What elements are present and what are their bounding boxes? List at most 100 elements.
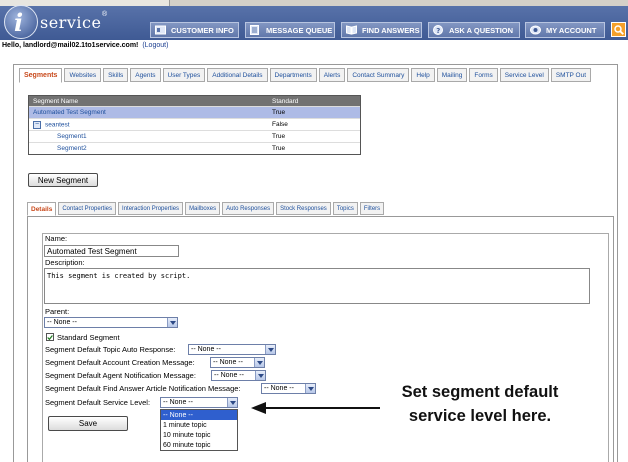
new-segment-button[interactable]: New Segment [28, 173, 98, 187]
collapse-icon[interactable]: − [33, 120, 41, 129]
chevron-down-icon [255, 371, 265, 380]
svg-text:?: ? [436, 27, 440, 35]
tab-websites[interactable]: Websites [64, 68, 102, 82]
app-logo: i service ® [4, 3, 108, 41]
nav-find-answers-button[interactable]: FIND ANSWERS [341, 22, 422, 38]
top-banner: i service ® CUSTOMER INFO MESSAGE QUEUE … [0, 0, 628, 40]
segment-name-cell[interactable]: Automated Test Segment [29, 109, 272, 116]
parent-select[interactable]: -- None -- [44, 317, 178, 328]
topic-auto-response-value: -- None -- [191, 346, 221, 353]
search-button[interactable] [611, 22, 626, 37]
tab-service-level[interactable]: Service Level [499, 68, 549, 82]
tab-alerts[interactable]: Alerts [318, 68, 346, 82]
service-level-option[interactable]: -- None -- [161, 410, 237, 420]
chevron-down-icon [265, 345, 275, 354]
service-level-label: Segment Default Service Level: [45, 398, 151, 407]
tab-auto-responses[interactable]: Auto Responses [222, 202, 275, 215]
segment-name-cell[interactable]: Segment2 [29, 145, 272, 152]
book-icon [346, 25, 357, 35]
nav-message-queue-button[interactable]: MESSAGE QUEUE [245, 22, 335, 38]
service-level-value: -- None -- [163, 399, 193, 406]
standard-cell: False [272, 121, 288, 128]
nav-my-account-button[interactable]: MY ACCOUNT [525, 22, 605, 38]
message-queue-icon [250, 25, 261, 35]
logo-letter: i [14, 8, 24, 37]
service-level-dropdown: -- None -- 1 minute topic 10 minute topi… [160, 409, 238, 451]
tab-contact-properties[interactable]: Contact Properties [58, 202, 117, 215]
tab-skills[interactable]: Skills [103, 68, 129, 82]
parent-select-value: -- None -- [47, 319, 77, 326]
tab-segments[interactable]: Segments [19, 68, 63, 83]
tab-forms[interactable]: Forms [469, 68, 498, 82]
segment-table: Segment Name Standard Automated Test Seg… [28, 95, 361, 155]
search-icon [613, 24, 624, 35]
topic-auto-response-select[interactable]: -- None -- [188, 344, 276, 355]
column-header-segment-name: Segment Name [33, 97, 79, 105]
name-label: Name: [45, 234, 68, 243]
tab-topics[interactable]: Topics [332, 202, 358, 215]
tab-smtp-out[interactable]: SMTP Out [550, 68, 592, 82]
description-label: Description: [45, 258, 85, 267]
tab-mailing[interactable]: Mailing [436, 68, 468, 82]
standard-segment-checkbox[interactable] [46, 333, 54, 341]
logo-registered-mark: ® [102, 11, 108, 18]
service-level-option[interactable]: 60 minute topic [161, 440, 237, 450]
tab-contact-summary[interactable]: Contact Summary [347, 68, 410, 82]
checkmark-icon [47, 334, 53, 340]
tab-additional-details[interactable]: Additional Details [207, 68, 268, 82]
tab-filters[interactable]: Filters [359, 202, 385, 215]
description-textarea[interactable]: This segment is created by script. [44, 268, 590, 304]
logo-text: service [40, 13, 102, 32]
customer-info-icon [155, 25, 166, 35]
account-creation-select[interactable]: -- None -- [210, 357, 265, 368]
topic-auto-response-label: Segment Default Topic Auto Response: [45, 345, 176, 354]
detail-tab-bar: Details Contact Properties Interaction P… [27, 202, 385, 216]
save-button[interactable]: Save [48, 416, 128, 431]
standard-cell: True [272, 109, 286, 116]
segment-name-text[interactable]: seantest [45, 121, 70, 128]
tab-agents[interactable]: Agents [130, 68, 161, 82]
segment-name-cell[interactable]: Segment1 [29, 133, 272, 140]
account-creation-label: Segment Default Account Creation Message… [45, 358, 195, 367]
agent-notification-select[interactable]: -- None -- [211, 370, 266, 381]
agent-notification-label: Segment Default Agent Notification Messa… [45, 371, 196, 380]
table-row[interactable]: Segment1 True [29, 130, 360, 142]
callout-line-1: Set segment default [401, 383, 559, 401]
standard-cell: True [272, 133, 286, 140]
table-row[interactable]: Segment2 True [29, 142, 360, 154]
column-header-standard: Standard [272, 97, 299, 105]
user-greeting-bar: Hello, landlord@mail02.1to1service.com! … [2, 42, 168, 49]
tab-help[interactable]: Help [411, 68, 435, 82]
find-answer-value: -- None -- [264, 385, 294, 392]
tab-stock-responses[interactable]: Stock Responses [276, 202, 331, 215]
callout-line-2: service level here. [408, 407, 552, 425]
nav-find-answers-label: FIND ANSWERS [362, 25, 420, 35]
callout-arrow-icon [251, 402, 380, 414]
nav-message-queue-label: MESSAGE QUEUE [266, 25, 333, 35]
nav-customer-info-button[interactable]: CUSTOMER INFO [150, 22, 239, 38]
tab-user-types[interactable]: User Types [162, 68, 206, 82]
account-creation-value: -- None -- [213, 359, 243, 366]
find-answer-label: Segment Default Find Answer Article Noti… [45, 384, 241, 393]
find-answer-select[interactable]: -- None -- [261, 383, 316, 394]
nav-ask-question-button[interactable]: ? ASK A QUESTION [428, 22, 520, 38]
name-input[interactable]: Automated Test Segment [44, 245, 179, 257]
tab-mailboxes[interactable]: Mailboxes [185, 202, 221, 215]
table-row[interactable]: − seantest False [29, 118, 360, 130]
chevron-down-icon [167, 318, 177, 327]
tab-details[interactable]: Details [27, 202, 57, 216]
table-row[interactable]: Automated Test Segment True [29, 106, 360, 118]
service-level-select[interactable]: -- None -- [160, 397, 238, 408]
tab-departments[interactable]: Departments [269, 68, 317, 82]
logout-link[interactable]: (Logout) [142, 42, 168, 49]
agent-notification-value: -- None -- [214, 372, 244, 379]
tab-interaction-properties[interactable]: Interaction Properties [118, 202, 184, 215]
eye-icon [530, 25, 541, 35]
service-level-option[interactable]: 10 minute topic [161, 430, 237, 440]
callout-text: Set segment default service level here. [385, 380, 575, 428]
service-level-option[interactable]: 1 minute topic [161, 420, 237, 430]
parent-label: Parent: [45, 307, 70, 316]
top-tab-bar: Segments Websites Skills Agents User Typ… [19, 68, 592, 83]
chevron-down-icon [254, 358, 264, 367]
segment-name-cell-parent[interactable]: − seantest [29, 120, 272, 129]
